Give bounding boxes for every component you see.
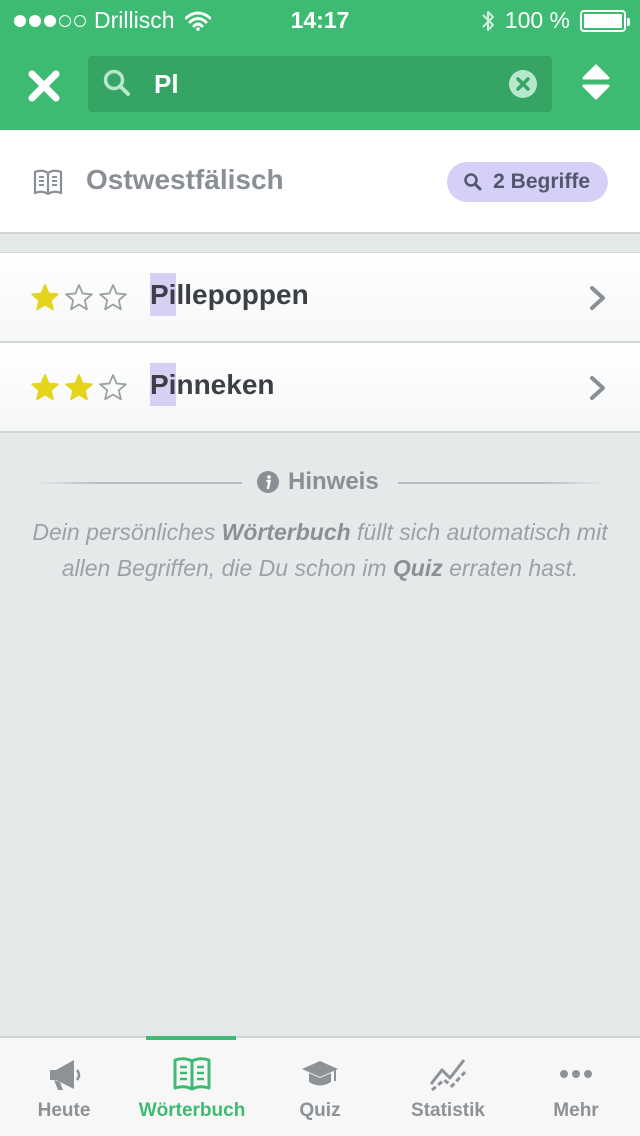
hint-title-text: Hinweis (288, 468, 379, 495)
hint-bold-dictionary: Wörterbuch (221, 519, 351, 545)
megaphone-icon (50, 1060, 81, 1090)
battery-icon (580, 9, 630, 32)
active-tab-indicator (146, 1036, 236, 1040)
tab-label: Statistik (411, 1100, 485, 1121)
rating-stars (30, 373, 128, 403)
status-bar: Drillisch 14:17 100 % (0, 0, 640, 40)
term-list: Pillepoppen Pinneken (0, 252, 640, 433)
tab-label: Wörterbuch (138, 1100, 246, 1121)
tab-woerterbuch[interactable]: Wörterbuch (128, 1036, 256, 1136)
sort-toggle-icon[interactable] (578, 62, 614, 102)
search-icon (103, 69, 130, 96)
divider-line (36, 482, 242, 484)
hint-bold-quiz: Quiz (392, 555, 443, 581)
graduation-cap-icon (302, 1061, 338, 1086)
page: Drillisch 14:17 100 % Pl Ostwestfälisch … (0, 0, 640, 1136)
chevron-right-icon (590, 376, 605, 400)
star-empty-icon (65, 284, 93, 311)
battery-percent: 100 % (504, 7, 570, 33)
hint-text: Dein persönliches Wörterbuch füllt sich … (20, 514, 620, 586)
divider-line (398, 482, 604, 484)
term-label: Pinneken (150, 363, 275, 406)
hint-text-part: erraten hast. (442, 555, 579, 581)
top-bar: Drillisch 14:17 100 % Pl (0, 0, 640, 130)
term-highlight: Pi (150, 273, 177, 316)
search-icon (464, 173, 482, 191)
chart-line-icon (429, 1059, 467, 1092)
term-rest: llepoppen (176, 279, 309, 310)
star-empty-icon (99, 374, 127, 401)
tab-bar: Heute Wörterbuch Quiz Statistik Mehr (0, 1036, 640, 1136)
book-icon (173, 1057, 211, 1091)
book-icon (33, 169, 63, 196)
list-item[interactable]: Pillepoppen (0, 253, 640, 343)
info-icon (257, 471, 279, 493)
star-empty-icon (99, 284, 127, 311)
dictionary-title: Ostwestfälisch (86, 164, 284, 195)
hint-text-part: Dein persönliches (32, 519, 222, 545)
hint-title: Hinweis (256, 468, 379, 496)
close-icon[interactable] (24, 66, 64, 106)
term-rest: nneken (176, 369, 275, 400)
tab-label: Heute (37, 1100, 91, 1121)
star-filled-icon (65, 374, 93, 401)
list-item[interactable]: Pinneken (0, 343, 640, 433)
tab-label: Mehr (553, 1100, 599, 1121)
hint-divider: Hinweis (36, 466, 604, 500)
search-field[interactable]: Pl (88, 56, 552, 112)
rating-stars (30, 283, 128, 313)
star-filled-icon (31, 284, 59, 311)
tab-statistik[interactable]: Statistik (384, 1038, 512, 1136)
tab-quiz[interactable]: Quiz (256, 1038, 384, 1136)
chevron-right-icon (590, 286, 605, 310)
tab-label: Quiz (299, 1100, 341, 1121)
term-highlight: Pi (150, 363, 177, 406)
clear-search-icon[interactable] (508, 69, 538, 99)
star-filled-icon (31, 374, 59, 401)
term-label: Pillepoppen (150, 273, 309, 316)
dictionary-header: Ostwestfälisch 2 Begriffe (0, 130, 640, 234)
more-dots-icon (560, 1070, 592, 1078)
search-input[interactable]: Pl (154, 69, 179, 100)
term-count-label: 2 Begriffe (493, 170, 590, 193)
status-right: 100 % (481, 7, 630, 34)
term-count-badge: 2 Begriffe (447, 162, 608, 202)
tab-mehr[interactable]: Mehr (512, 1038, 640, 1136)
bluetooth-icon (482, 10, 494, 31)
tab-heute[interactable]: Heute (0, 1038, 128, 1136)
